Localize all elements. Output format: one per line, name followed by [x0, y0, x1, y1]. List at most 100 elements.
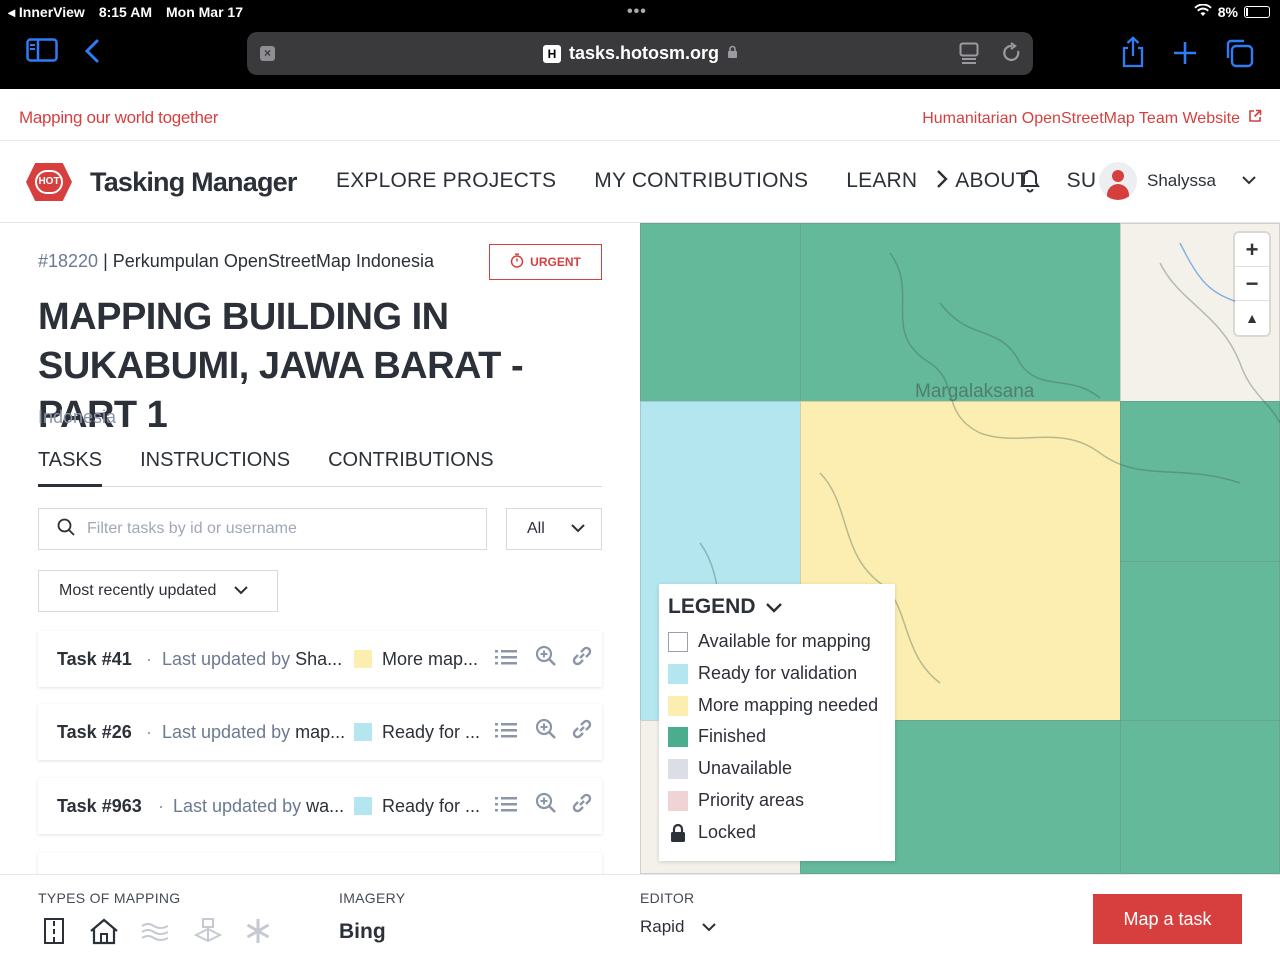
- compass-icon[interactable]: ▲: [1235, 301, 1269, 335]
- status-app: InnerView: [18, 4, 85, 20]
- task-separator: ·: [146, 648, 152, 669]
- task-activity-list-icon[interactable]: [495, 795, 517, 818]
- nav-support[interactable]: SU: [1067, 169, 1097, 193]
- task-row-partial[interactable]: [38, 853, 602, 874]
- main-nav: HOT Tasking Manager EXPLORE PROJECTS MY …: [0, 141, 1280, 223]
- battery-icon: [1244, 6, 1270, 18]
- user-menu[interactable]: Shalyssa: [1099, 162, 1256, 200]
- project-tabs: TASKS INSTRUCTIONS CONTRIBUTIONS: [38, 449, 602, 487]
- copy-task-link-icon[interactable]: [570, 718, 594, 746]
- task-updated-user[interactable]: map...: [295, 722, 345, 742]
- chevron-down-icon: [765, 595, 782, 619]
- notifications-bell-icon[interactable]: [1018, 167, 1042, 200]
- share-icon[interactable]: [1120, 36, 1146, 74]
- chevron-down-icon: [234, 582, 249, 600]
- multitask-dots-icon[interactable]: •••: [627, 3, 647, 21]
- copy-task-link-icon[interactable]: [570, 645, 594, 673]
- legend-item: Unavailable: [668, 758, 792, 779]
- task-updated: Last updated by wa...: [173, 796, 351, 817]
- logo-badge-text: HOT: [35, 170, 63, 194]
- task-row[interactable]: Task #41 · Last updated by Sha... More m…: [38, 631, 602, 687]
- zoom-out-icon[interactable]: −: [1235, 267, 1269, 301]
- copy-task-link-icon[interactable]: [570, 792, 594, 820]
- hot-website-link-text: Humanitarian OpenStreetMap Team Website: [922, 109, 1240, 127]
- status-select[interactable]: All: [506, 508, 602, 550]
- legend-label: Ready for validation: [698, 663, 858, 683]
- reload-icon[interactable]: [1002, 42, 1022, 70]
- logo-text: Tasking Manager: [90, 166, 297, 197]
- chevron-down-icon: [702, 917, 717, 937]
- bottom-action-bar: TYPES OF MAPPING IMAGERY Bing EDITOR Rap…: [0, 874, 1280, 960]
- task-status-swatch: [354, 723, 372, 741]
- task-updated-user[interactable]: wa...: [306, 796, 344, 816]
- search-icon: [57, 518, 75, 541]
- nav-my-contributions[interactable]: MY CONTRIBUTIONS: [594, 169, 808, 193]
- task-row[interactable]: Task #963 · Last updated by wa... Ready …: [38, 778, 602, 834]
- legend-item: Priority areas: [668, 790, 804, 811]
- task-updated-prefix: Last updated by: [173, 795, 307, 816]
- land-use-icon: [192, 917, 224, 952]
- legend-label: Locked: [698, 822, 757, 842]
- zoom-to-task-icon[interactable]: [535, 645, 557, 673]
- tab-instructions[interactable]: INSTRUCTIONS: [140, 449, 290, 487]
- task-status: Ready for ...: [382, 721, 481, 742]
- map-a-task-button[interactable]: Map a task: [1093, 894, 1242, 944]
- timer-icon: [510, 253, 524, 271]
- nav-learn[interactable]: LEARN: [846, 169, 917, 193]
- url-bar[interactable]: × H tasks.hotosm.org: [247, 32, 1033, 75]
- nav-explore-projects[interactable]: EXPLORE PROJECTS: [336, 169, 556, 193]
- back-icon[interactable]: [83, 38, 101, 70]
- chevron-down-icon: [1242, 172, 1256, 190]
- tab-contributions[interactable]: CONTRIBUTIONS: [328, 449, 494, 487]
- sort-select-value: Most recently updated: [59, 582, 217, 599]
- legend-toggle[interactable]: LEGEND: [668, 595, 782, 619]
- status-select-value: All: [527, 520, 545, 537]
- imagery-value: Bing: [339, 920, 386, 943]
- legend-swatch: [668, 726, 688, 747]
- map-place-label: Margalaksana: [915, 381, 1035, 402]
- legend-swatch: [668, 663, 688, 684]
- tagline: Mapping our world together: [19, 108, 219, 127]
- task-filter-input[interactable]: [87, 520, 467, 538]
- legend-item: Available for mapping: [668, 631, 871, 652]
- sort-select[interactable]: Most recently updated: [38, 570, 278, 612]
- legend-label: Finished: [698, 726, 767, 746]
- map-zoom-controls: + − ▲: [1235, 233, 1269, 335]
- url-text[interactable]: tasks.hotosm.org: [569, 43, 719, 64]
- user-name: Shalyssa: [1147, 171, 1216, 190]
- zoom-to-task-icon[interactable]: [535, 718, 557, 746]
- urgent-badge: URGENT: [489, 244, 602, 280]
- site-favicon: H: [543, 44, 561, 63]
- task-activity-list-icon[interactable]: [495, 721, 517, 744]
- reader-icon[interactable]: [959, 42, 979, 70]
- hot-website-link[interactable]: Humanitarian OpenStreetMap Team Website: [922, 109, 1262, 128]
- nav-scroll-right-icon[interactable]: [936, 169, 948, 195]
- legend-item: Locked: [668, 822, 756, 843]
- editor-select[interactable]: Rapid: [640, 917, 717, 937]
- new-tab-icon[interactable]: [1172, 40, 1198, 72]
- project-panel: #18220 | Perkumpulan OpenStreetMap Indon…: [0, 223, 640, 874]
- legend-item: More mapping needed: [668, 695, 878, 716]
- close-tab-icon[interactable]: ×: [260, 46, 275, 61]
- task-activity-list-icon[interactable]: [495, 648, 517, 671]
- task-updated: Last updated by map...: [162, 722, 350, 743]
- top-strip: Mapping our world together Humanitarian …: [0, 89, 1280, 141]
- project-org[interactable]: | Perkumpulan OpenStreetMap Indonesia: [103, 251, 434, 271]
- zoom-to-task-icon[interactable]: [535, 792, 557, 820]
- project-title: MAPPING BUILDING IN SUKABUMI, JAWA BARAT…: [38, 296, 524, 436]
- zoom-in-icon[interactable]: +: [1235, 233, 1269, 267]
- legend-swatch: [668, 695, 688, 716]
- urgent-label: URGENT: [530, 255, 581, 269]
- task-updated-user[interactable]: Sha...: [295, 649, 342, 669]
- wifi-icon: [1194, 3, 1212, 20]
- sidebar-icon[interactable]: [26, 38, 58, 68]
- legend-swatch: [668, 631, 688, 652]
- tabs-overview-icon[interactable]: [1224, 38, 1254, 74]
- lock-icon: [727, 43, 738, 64]
- buildings-icon: [88, 917, 120, 952]
- task-row[interactable]: Task #26 · Last updated by map... Ready …: [38, 704, 602, 760]
- roads-icon: [40, 917, 68, 952]
- project-id[interactable]: #18220: [38, 251, 98, 271]
- tab-tasks[interactable]: TASKS: [38, 449, 103, 487]
- tasking-manager-logo[interactable]: HOT Tasking Manager: [18, 163, 297, 201]
